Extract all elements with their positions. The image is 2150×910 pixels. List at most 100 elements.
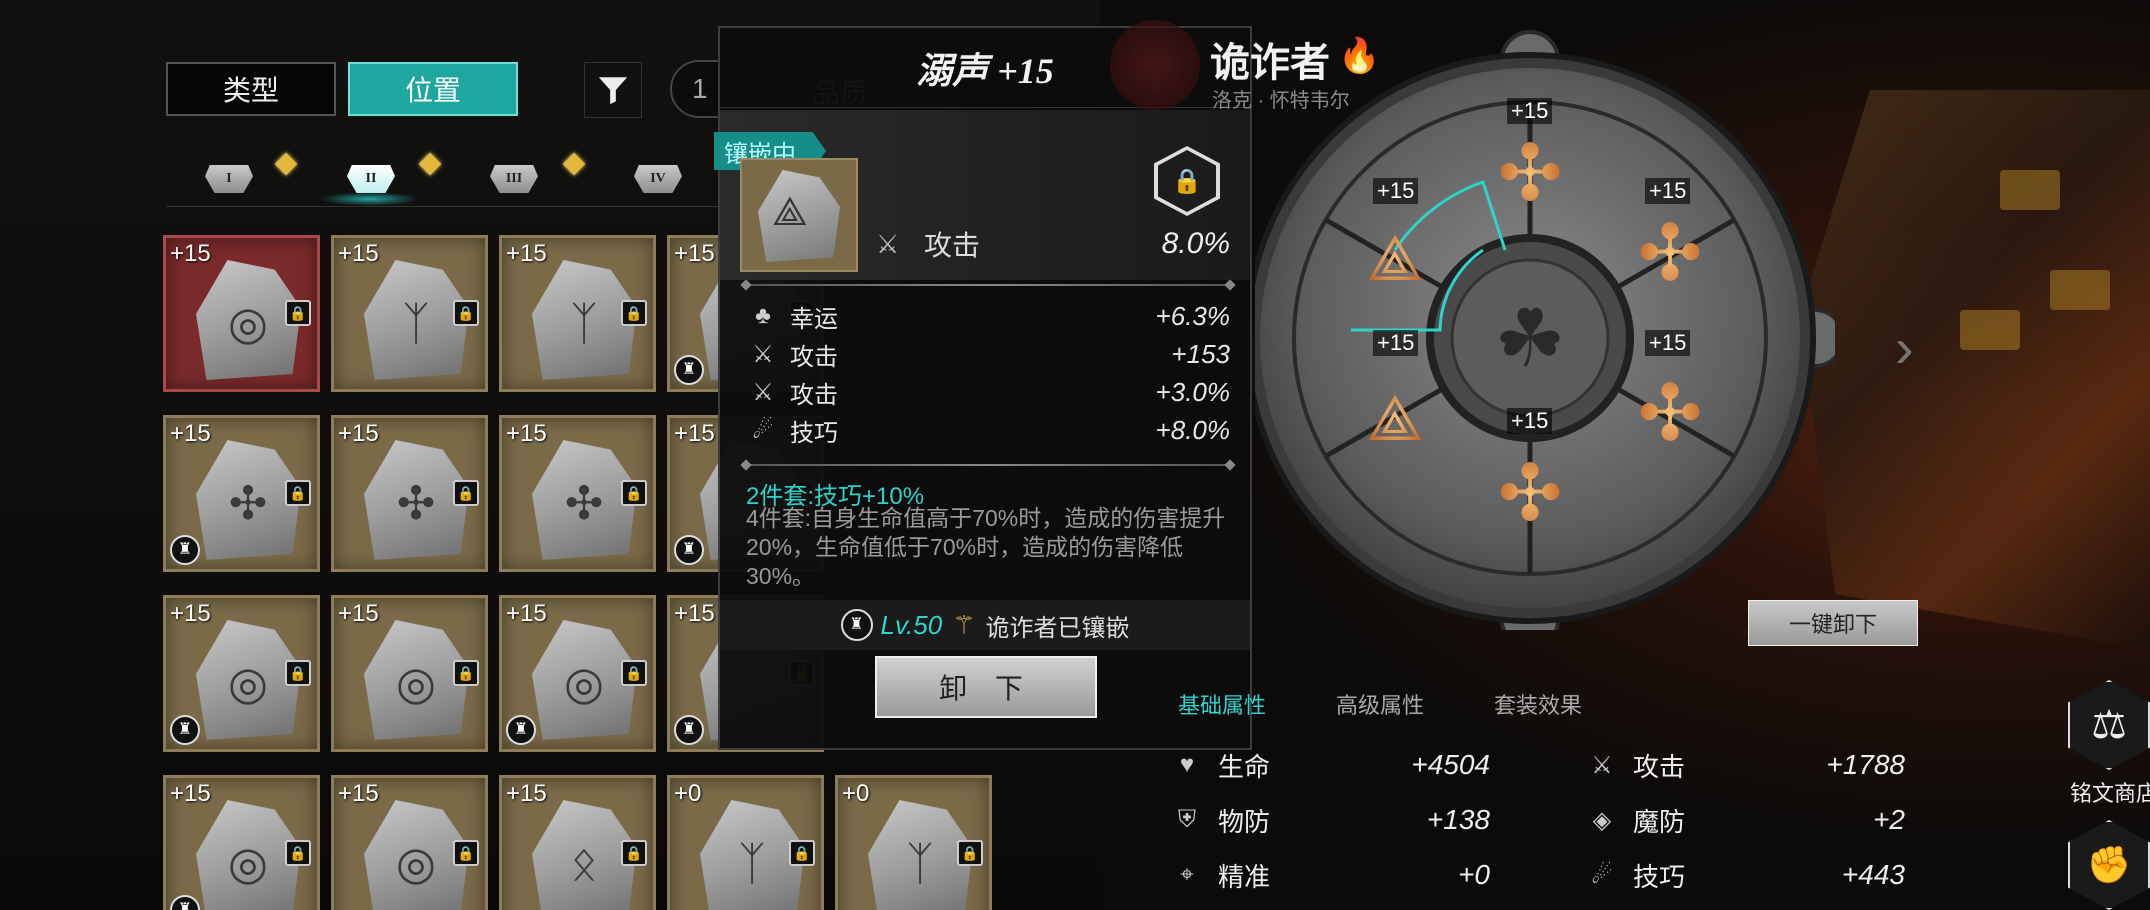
stat-value: +0 [1458,859,1490,890]
slot-active-indicator [320,192,420,206]
main-stat-label: 攻击 [924,230,981,261]
wheel-slot-level: +15 [1645,330,1691,356]
sub-stat: ⚔ 攻击 +3.0% [746,374,1230,410]
slot-tab-3[interactable]: III [490,165,538,199]
shield-icon: ⛨ [1178,806,1196,833]
stat-label: 精准 [1218,861,1271,892]
stat-label: 技巧 [1633,861,1686,892]
quality-prefix: 1 [692,73,708,104]
rune-level: +15 [338,240,379,267]
tab-basic-stats[interactable]: 基础属性 [1178,688,1266,720]
svg-text:✣: ✣ [1637,209,1702,299]
rune-glyph: ᛉ [402,297,430,349]
stat-value: +2 [1873,804,1905,835]
set-bonus-4: 4件套:自身生命值高于70%时，造成的伤害提升20%，生命值低于70%时，造成的… [746,505,1226,589]
lock-icon: 🔒 [285,840,311,866]
sub-stat: ☄ 技巧 +8.0% [746,412,1230,448]
lock-icon: 🔒 [621,840,647,866]
stat-value: +443 [1841,859,1905,890]
rune-level: +15 [170,600,211,627]
rune-cell[interactable]: ◎ +15 🔒 [163,235,320,392]
lock-icon: 🔒 [285,660,311,686]
stat-label: 攻击 [1633,751,1686,782]
sub-stat: ⚔ 攻击 +153 [746,336,1230,372]
tooltip-rune-icon: ⟁ [740,158,858,272]
rune-cell[interactable]: ᛟ +15 🔒 [499,775,656,910]
rune-glyph: ᛟ [570,837,598,889]
main-stat: ⚔ 攻击 8.0% [876,224,1230,264]
rune-cell[interactable]: ✣ +15 🔒 [499,415,656,572]
rune-level: +15 [170,240,211,267]
unload-all-button[interactable]: 一键卸下 [1748,600,1918,646]
rune-cell[interactable]: ᛉ +0 🔒 [667,775,824,910]
rune-glyph: ᛉ [738,837,766,889]
class-icon: ⚚ [952,609,976,640]
slot-tab-1[interactable]: I [205,165,253,199]
stat-label: 物防 [1218,806,1271,837]
sub-stat-label: 幸运 [790,305,838,333]
rune-cell[interactable]: ✣ +15 🔒 [331,415,488,572]
unequip-button[interactable]: 卸 下 [875,656,1097,718]
sub-stat-label: 攻击 [790,381,838,409]
rune-glyph: ◎ [395,837,437,889]
rune-wheel: ☘ ✣ ✣ ✣ ✣ ⟁ ⟁ +15 +15 +15 +15 +15 +15 [1215,30,1845,650]
svg-text:✣: ✣ [1497,449,1562,539]
sub-stat-value: +6.3% [1155,300,1230,331]
sub-stat: ♣ 幸运 +6.3% [746,298,1230,334]
sub-stat-value: +153 [1171,338,1230,369]
rune-level: +0 [842,780,870,807]
helmet-icon: ♜ [170,895,200,910]
filter-button[interactable] [584,62,642,118]
lock-icon: 🔒 [453,300,479,326]
tab-position[interactable]: 位置 [348,62,518,116]
rune-level: +15 [506,420,547,447]
rune-cell[interactable]: ᛉ +15 🔒 [331,235,488,392]
heart-icon: ♥ [1179,751,1195,778]
svg-text:✣: ✣ [1637,369,1702,459]
inscription-shop-button[interactable]: ⚖ [2068,680,2150,780]
tab-advanced-stats[interactable]: 高级属性 [1336,688,1424,720]
sub-stat-value: +3.0% [1155,376,1230,407]
rune-cell[interactable]: ᛉ +0 🔒 [835,775,992,910]
class-emblem [1110,20,1200,110]
rune-level: +15 [338,600,379,627]
helmet-icon: ♜ [674,535,704,565]
slot-tab-4[interactable]: IV [634,165,682,199]
stat-label: 魔防 [1633,806,1686,837]
divider [746,284,1230,286]
rune-glyph: ◎ [227,657,269,709]
rune-glyph: ◎ [227,837,269,889]
rune-cell[interactable]: ✣ +15 🔒 ♜ [163,415,320,572]
lock-icon: 🔒 [789,840,815,866]
sub-stat-label: 攻击 [790,343,838,371]
tab-type[interactable]: 类型 [166,62,336,116]
svg-text:⟁: ⟁ [1366,222,1423,296]
inscription-shop-label: 铭文商店 [2070,781,2150,806]
rune-cell[interactable]: ◎ +15 🔒 [331,595,488,752]
rune-glyph: ✣ [396,477,436,529]
next-arrow-icon[interactable]: › [1895,315,1914,380]
main-stat-value: 8.0% [1161,227,1230,260]
rune-glyph: ◎ [395,657,437,709]
helmet-icon: ♜ [170,535,200,565]
crossed-swords-icon: ⚔ [1591,751,1613,779]
rune-tooltip: 溺声 +15 镶嵌中 ⟁ 🔒 ⚔ 攻击 8.0% ♣ 幸运 +6.3% ⚔ 攻击… [714,26,1252,750]
rune-level: +15 [674,240,715,267]
rune-glyph: ◎ [227,297,269,349]
slot-divider [166,206,726,207]
stat-row: ♥ 生命 +4504 [1170,745,1490,785]
rune-cell[interactable]: ᛉ +15 🔒 [499,235,656,392]
lock-icon: 🔒 [285,300,311,326]
helmet-icon: ♜ [840,609,873,641]
rune-cell[interactable]: ◎ +15 🔒 ♜ [499,595,656,752]
clover-icon: ♣ [755,302,771,329]
svg-text:⟁: ⟁ [1366,382,1423,456]
rune-cell[interactable]: ◎ +15 🔒 ♜ [163,595,320,752]
stat-label: 生命 [1218,751,1271,782]
rune-cell[interactable]: ◎ +15 🔒 [331,775,488,910]
lock-icon: 🔒 [1158,150,1216,212]
stat-row: ⚔ 攻击 +1788 [1585,745,1905,785]
rune-cell[interactable]: ◎ +15 🔒 ♜ [163,775,320,910]
tab-set-effects[interactable]: 套装效果 [1494,688,1582,720]
magic-shield-icon: ◈ [1592,806,1612,834]
